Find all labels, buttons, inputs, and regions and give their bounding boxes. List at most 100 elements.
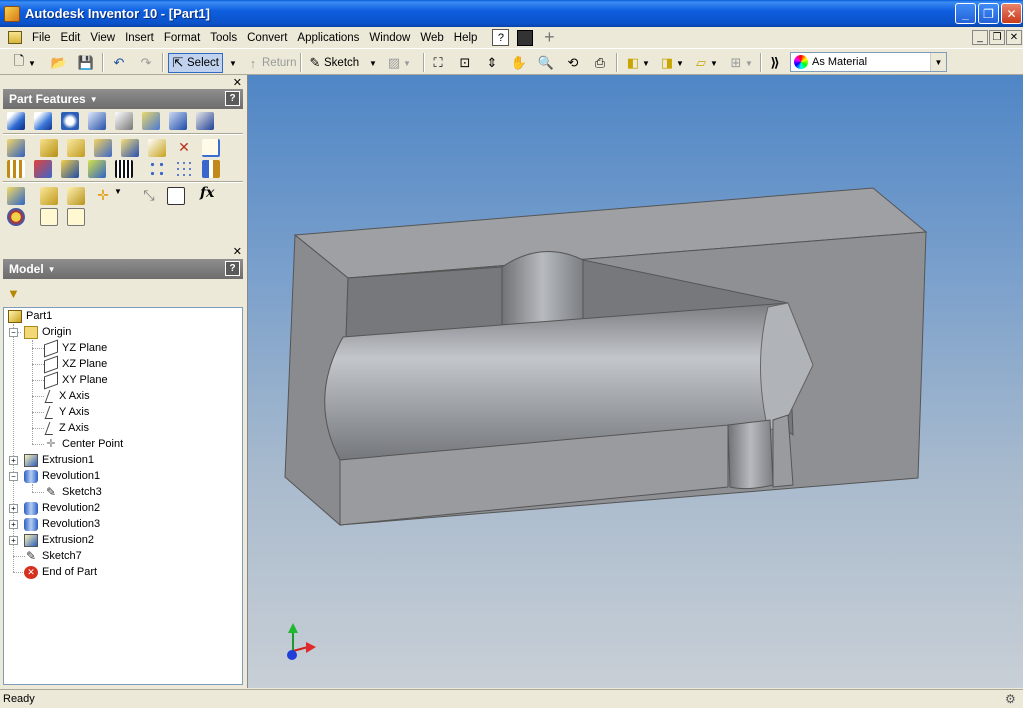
- tree-root-part[interactable]: Part1: [8, 308, 52, 324]
- help-icon[interactable]: ?: [492, 29, 510, 46]
- plus-icon[interactable]: +: [541, 28, 557, 46]
- sweep-icon[interactable]: [169, 112, 187, 130]
- tree-item-revolution2[interactable]: Revolution2: [24, 500, 100, 516]
- graphics-window[interactable]: [247, 75, 1023, 688]
- parameters-fx-icon[interactable]: fx: [200, 185, 218, 203]
- sketch-button[interactable]: ✎ Sketch: [306, 53, 360, 73]
- model-header[interactable]: Model ▼ ?: [3, 259, 243, 279]
- loft-icon[interactable]: [142, 112, 160, 130]
- tree-item-origin[interactable]: Origin: [24, 324, 71, 340]
- pattern-grid-icon[interactable]: [148, 160, 166, 178]
- insert-icon[interactable]: [167, 187, 185, 205]
- move-face-icon[interactable]: [148, 139, 166, 157]
- look-at-button[interactable]: ⎙: [591, 53, 609, 73]
- revolve-icon[interactable]: [34, 112, 52, 130]
- update-button[interactable]: ▨ ▼: [385, 53, 411, 73]
- tree-item-sketch3[interactable]: ✎ Sketch3: [44, 484, 102, 500]
- zoom-window-button[interactable]: ⊡: [456, 53, 474, 73]
- calculator-icon[interactable]: [517, 29, 534, 46]
- return-button[interactable]: ↑ Return: [244, 53, 297, 73]
- tree-item-center-point[interactable]: ✛ Center Point: [44, 436, 123, 452]
- menu-web[interactable]: Web: [415, 28, 448, 48]
- chevron-down-icon[interactable]: ▼: [930, 53, 946, 71]
- camera-button[interactable]: ◨ ▼: [658, 53, 684, 73]
- bend-part-icon[interactable]: [202, 139, 220, 157]
- menu-applications[interactable]: Applications: [292, 28, 364, 48]
- split-icon[interactable]: [121, 139, 139, 157]
- tree-expander[interactable]: −: [9, 328, 18, 337]
- ground-shadow-button[interactable]: ▱ ▼: [692, 53, 718, 73]
- undo-button[interactable]: ↶: [110, 53, 128, 73]
- tree-item-xz-plane[interactable]: XZ Plane: [44, 354, 107, 374]
- extrude-icon[interactable]: [7, 112, 25, 130]
- zoom-selected-button[interactable]: 🔍: [537, 53, 555, 73]
- tree-item-yz-plane[interactable]: YZ Plane: [44, 338, 107, 358]
- material-dropdown[interactable]: As Material ▼: [790, 52, 947, 72]
- delete-face-icon[interactable]: ✕: [175, 139, 193, 157]
- decal-icon[interactable]: [34, 160, 52, 178]
- tree-item-end-of-part[interactable]: ✕ End of Part: [24, 564, 97, 580]
- zoom-all-button[interactable]: ⛶: [429, 53, 447, 73]
- coil-icon[interactable]: [196, 112, 214, 130]
- ilogic-icon[interactable]: [7, 208, 25, 226]
- tree-item-extrusion1[interactable]: Extrusion1: [24, 452, 94, 468]
- save-button[interactable]: 💾: [77, 53, 95, 73]
- menu-file[interactable]: File: [27, 28, 56, 48]
- menu-view[interactable]: View: [85, 28, 120, 48]
- tree-expander[interactable]: +: [9, 456, 18, 465]
- help-icon[interactable]: ?: [225, 261, 240, 276]
- tree-item-xy-plane[interactable]: XY Plane: [44, 370, 108, 390]
- promote-icon[interactable]: ⤡: [140, 187, 158, 205]
- tree-item-revolution1[interactable]: Revolution1: [24, 468, 100, 484]
- minimize-button[interactable]: _: [955, 3, 976, 24]
- tree-item-extrusion2[interactable]: Extrusion2: [24, 532, 94, 548]
- fillet-icon[interactable]: [40, 139, 58, 157]
- chamfer-icon[interactable]: [67, 139, 85, 157]
- rectangular-pattern-icon[interactable]: [115, 160, 133, 178]
- section-button[interactable]: ⊞ ▼: [727, 53, 753, 73]
- document-icon[interactable]: [8, 31, 22, 44]
- tree-item-x-axis[interactable]: X Axis: [44, 388, 90, 404]
- inventor-app-icon[interactable]: [4, 5, 20, 22]
- work-axis-icon[interactable]: [67, 187, 85, 205]
- tree-item-revolution3[interactable]: Revolution3: [24, 516, 100, 532]
- pan-button[interactable]: ✋: [510, 53, 528, 73]
- display-mode-button[interactable]: ◧ ▼: [624, 53, 650, 73]
- work-plane-icon[interactable]: [40, 187, 58, 205]
- menu-window[interactable]: Window: [364, 28, 415, 48]
- rotate-button[interactable]: ⟲: [564, 53, 582, 73]
- help-icon[interactable]: ?: [225, 91, 240, 106]
- tree-item-sketch7[interactable]: ✎ Sketch7: [24, 548, 82, 564]
- derived-component-icon[interactable]: [7, 187, 25, 205]
- face-draft-icon[interactable]: [94, 139, 112, 157]
- tree-expander[interactable]: −: [9, 472, 18, 481]
- tree-expander[interactable]: +: [9, 520, 18, 529]
- part-features-header[interactable]: Part Features ▼ ?: [3, 89, 243, 109]
- ifeature-icon[interactable]: [40, 208, 58, 226]
- open-button[interactable]: 📂: [50, 53, 68, 73]
- redo-button[interactable]: ↷: [137, 53, 155, 73]
- select-dropdown[interactable]: ▼: [229, 53, 237, 73]
- select-button[interactable]: ⇱ Select: [168, 53, 223, 73]
- shell-icon[interactable]: [88, 112, 106, 130]
- new-button[interactable]: 🗋 ▼: [10, 53, 36, 73]
- mdi-restore-button[interactable]: ❐: [989, 30, 1005, 45]
- forward-button[interactable]: ⟫: [766, 53, 784, 73]
- thicken-icon[interactable]: [61, 160, 79, 178]
- hole-icon[interactable]: [61, 112, 79, 130]
- menu-edit[interactable]: Edit: [56, 28, 86, 48]
- menu-tools[interactable]: Tools: [205, 28, 242, 48]
- zoom-button[interactable]: ⇕: [483, 53, 501, 73]
- close-icon[interactable]: ✕: [233, 76, 242, 89]
- menu-convert[interactable]: Convert: [242, 28, 292, 48]
- menu-help[interactable]: Help: [449, 28, 483, 48]
- thread-icon[interactable]: [7, 139, 25, 157]
- work-point-icon[interactable]: ✛: [94, 187, 112, 205]
- filter-icon[interactable]: ▼: [7, 286, 20, 301]
- mdi-minimize-button[interactable]: _: [972, 30, 988, 45]
- menu-insert[interactable]: Insert: [120, 28, 159, 48]
- close-icon[interactable]: ✕: [233, 245, 242, 258]
- circular-pattern-icon[interactable]: [175, 160, 193, 178]
- mirror-icon[interactable]: [202, 160, 220, 178]
- menu-format[interactable]: Format: [159, 28, 205, 48]
